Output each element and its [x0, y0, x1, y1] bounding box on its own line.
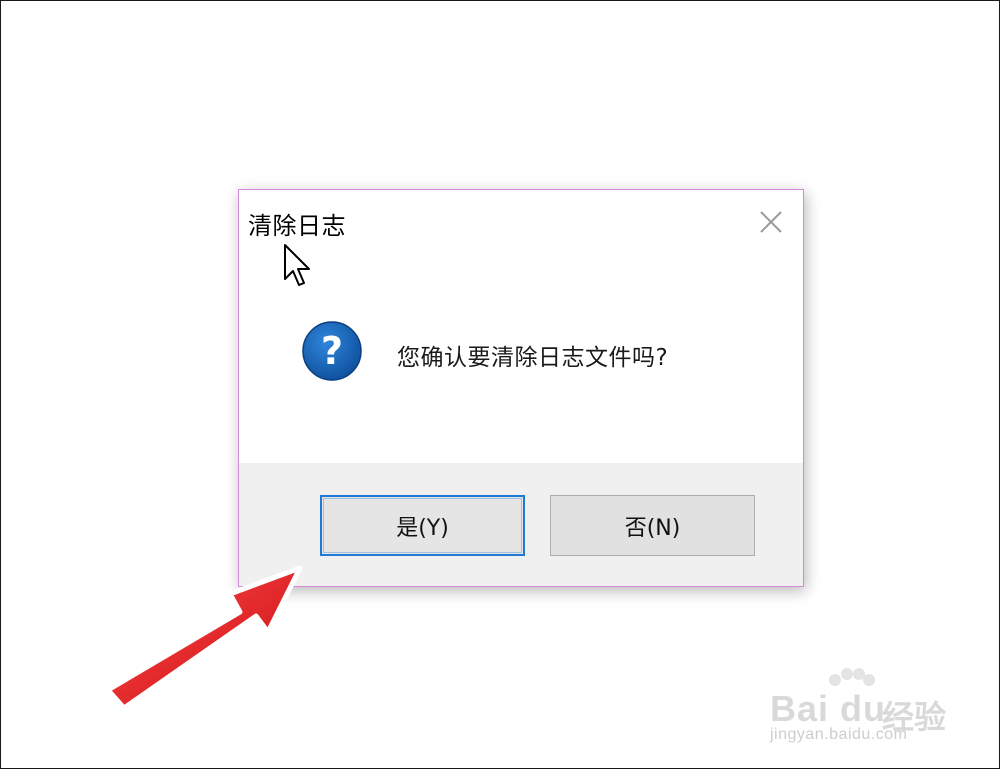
dialog-content: ? 您确认要清除日志文件吗?	[239, 250, 803, 463]
dialog-message: 您确认要清除日志文件吗?	[397, 345, 669, 371]
no-button[interactable]: 否(N)	[550, 495, 755, 556]
watermark-url: jingyan.baidu.com	[770, 726, 908, 743]
confirm-dialog: 清除日志 ? 您确认要清除日志文件吗? 是(Y) 否(N)	[238, 189, 804, 587]
yes-button[interactable]: 是(Y)	[320, 495, 525, 556]
svg-text:?: ?	[321, 329, 343, 373]
watermark-brand: Bai du	[770, 688, 887, 729]
mouse-cursor-icon	[284, 244, 310, 286]
dialog-button-bar: 是(Y) 否(N)	[239, 463, 803, 586]
red-arrow-annotation	[105, 565, 303, 711]
close-button[interactable]	[753, 204, 789, 240]
close-icon	[760, 211, 782, 233]
question-icon: ?	[302, 321, 362, 381]
dialog-titlebar: 清除日志	[239, 190, 803, 250]
dialog-title: 清除日志	[248, 212, 346, 240]
